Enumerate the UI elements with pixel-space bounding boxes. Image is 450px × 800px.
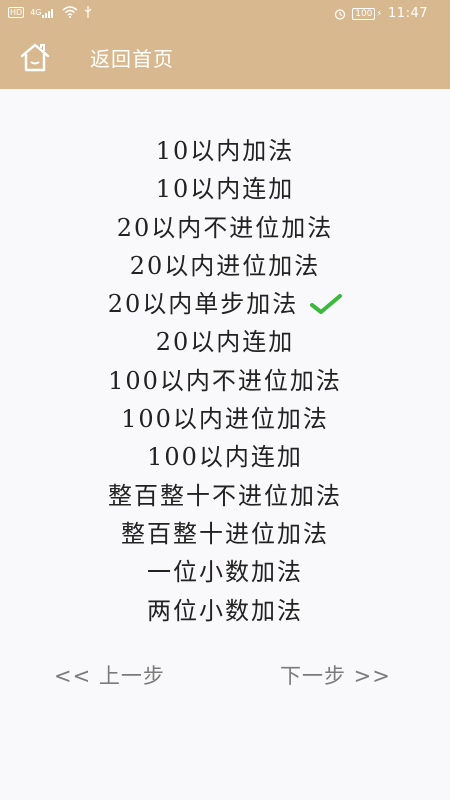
lesson-item-100-consecutive-add[interactable]: 100以内连加 (147, 438, 303, 476)
usb-icon (84, 6, 92, 18)
lesson-item-20-consecutive-add[interactable]: 20以内连加 (156, 323, 295, 361)
next-step-button[interactable]: 下一步 >> (280, 660, 391, 690)
checkmark-icon (310, 294, 343, 315)
previous-step-button[interactable]: << 上一步 (54, 660, 165, 690)
lesson-label: 两位小数加法 (147, 596, 303, 625)
lesson-label: 100以内不进位加法 (108, 366, 342, 395)
lesson-label: 一位小数加法 (147, 558, 303, 587)
lesson-item-20-carry-add[interactable]: 20以内进位加法 (130, 247, 321, 285)
lesson-label: 20以内不进位加法 (116, 213, 334, 242)
lesson-label: 20以内进位加法 (129, 251, 321, 280)
lesson-item-10-add[interactable]: 10以内加法 (156, 132, 295, 170)
lesson-item-100-carry-add[interactable]: 100以内进位加法 (121, 400, 329, 438)
lesson-label: 整百整十进位加法 (121, 519, 329, 548)
lesson-label: 100以内连加 (147, 443, 303, 472)
battery-level: 100 (352, 7, 376, 20)
lesson-label: 100以内进位加法 (121, 405, 329, 434)
battery-icon: 100 ⚡ (352, 7, 382, 20)
lesson-item-100-no-carry-add[interactable]: 100以内不进位加法 (108, 362, 342, 400)
lesson-item-20-no-carry-add[interactable]: 20以内不进位加法 (117, 209, 334, 247)
alarm-icon (334, 8, 346, 20)
wifi-icon (62, 6, 78, 18)
status-left-icons: HD 4G (8, 6, 92, 18)
app-header: HD 4G 100 ⚡ 11:47 返回首页 (0, 0, 450, 89)
lesson-item-20-single-step-add[interactable]: 20以内单步加法 (108, 285, 343, 323)
clock-time: 11:47 (388, 6, 428, 21)
house-icon[interactable] (18, 42, 52, 74)
lesson-item-two-decimal-add[interactable]: 两位小数加法 (147, 592, 303, 630)
lesson-item-10-consecutive-add[interactable]: 10以内连加 (156, 170, 295, 208)
lesson-label: 整百整十不进位加法 (108, 481, 342, 510)
hd-icon: HD (8, 6, 25, 18)
lesson-label: 10以内连加 (155, 175, 295, 204)
lesson-list: 10以内加法 10以内连加 20以内不进位加法 20以内进位加法 20以内单步加… (0, 132, 450, 630)
status-right-icons: 100 ⚡ 11:47 (334, 6, 428, 21)
lesson-label: 20以内单步加法 (107, 290, 299, 319)
network-type-label: 4G (30, 7, 42, 17)
lesson-item-one-decimal-add[interactable]: 一位小数加法 (147, 553, 303, 591)
lesson-label: 10以内加法 (155, 137, 295, 165)
status-bar: HD 4G 100 ⚡ 11:47 (0, 0, 450, 28)
back-home-button[interactable]: 返回首页 (90, 46, 174, 72)
lesson-label: 20以内连加 (155, 328, 295, 357)
lesson-item-hundreds-tens-carry-add[interactable]: 整百整十进位加法 (121, 515, 329, 553)
lesson-item-hundreds-tens-no-carry-add[interactable]: 整百整十不进位加法 (108, 477, 342, 515)
signal-icon: 4G (30, 7, 56, 18)
